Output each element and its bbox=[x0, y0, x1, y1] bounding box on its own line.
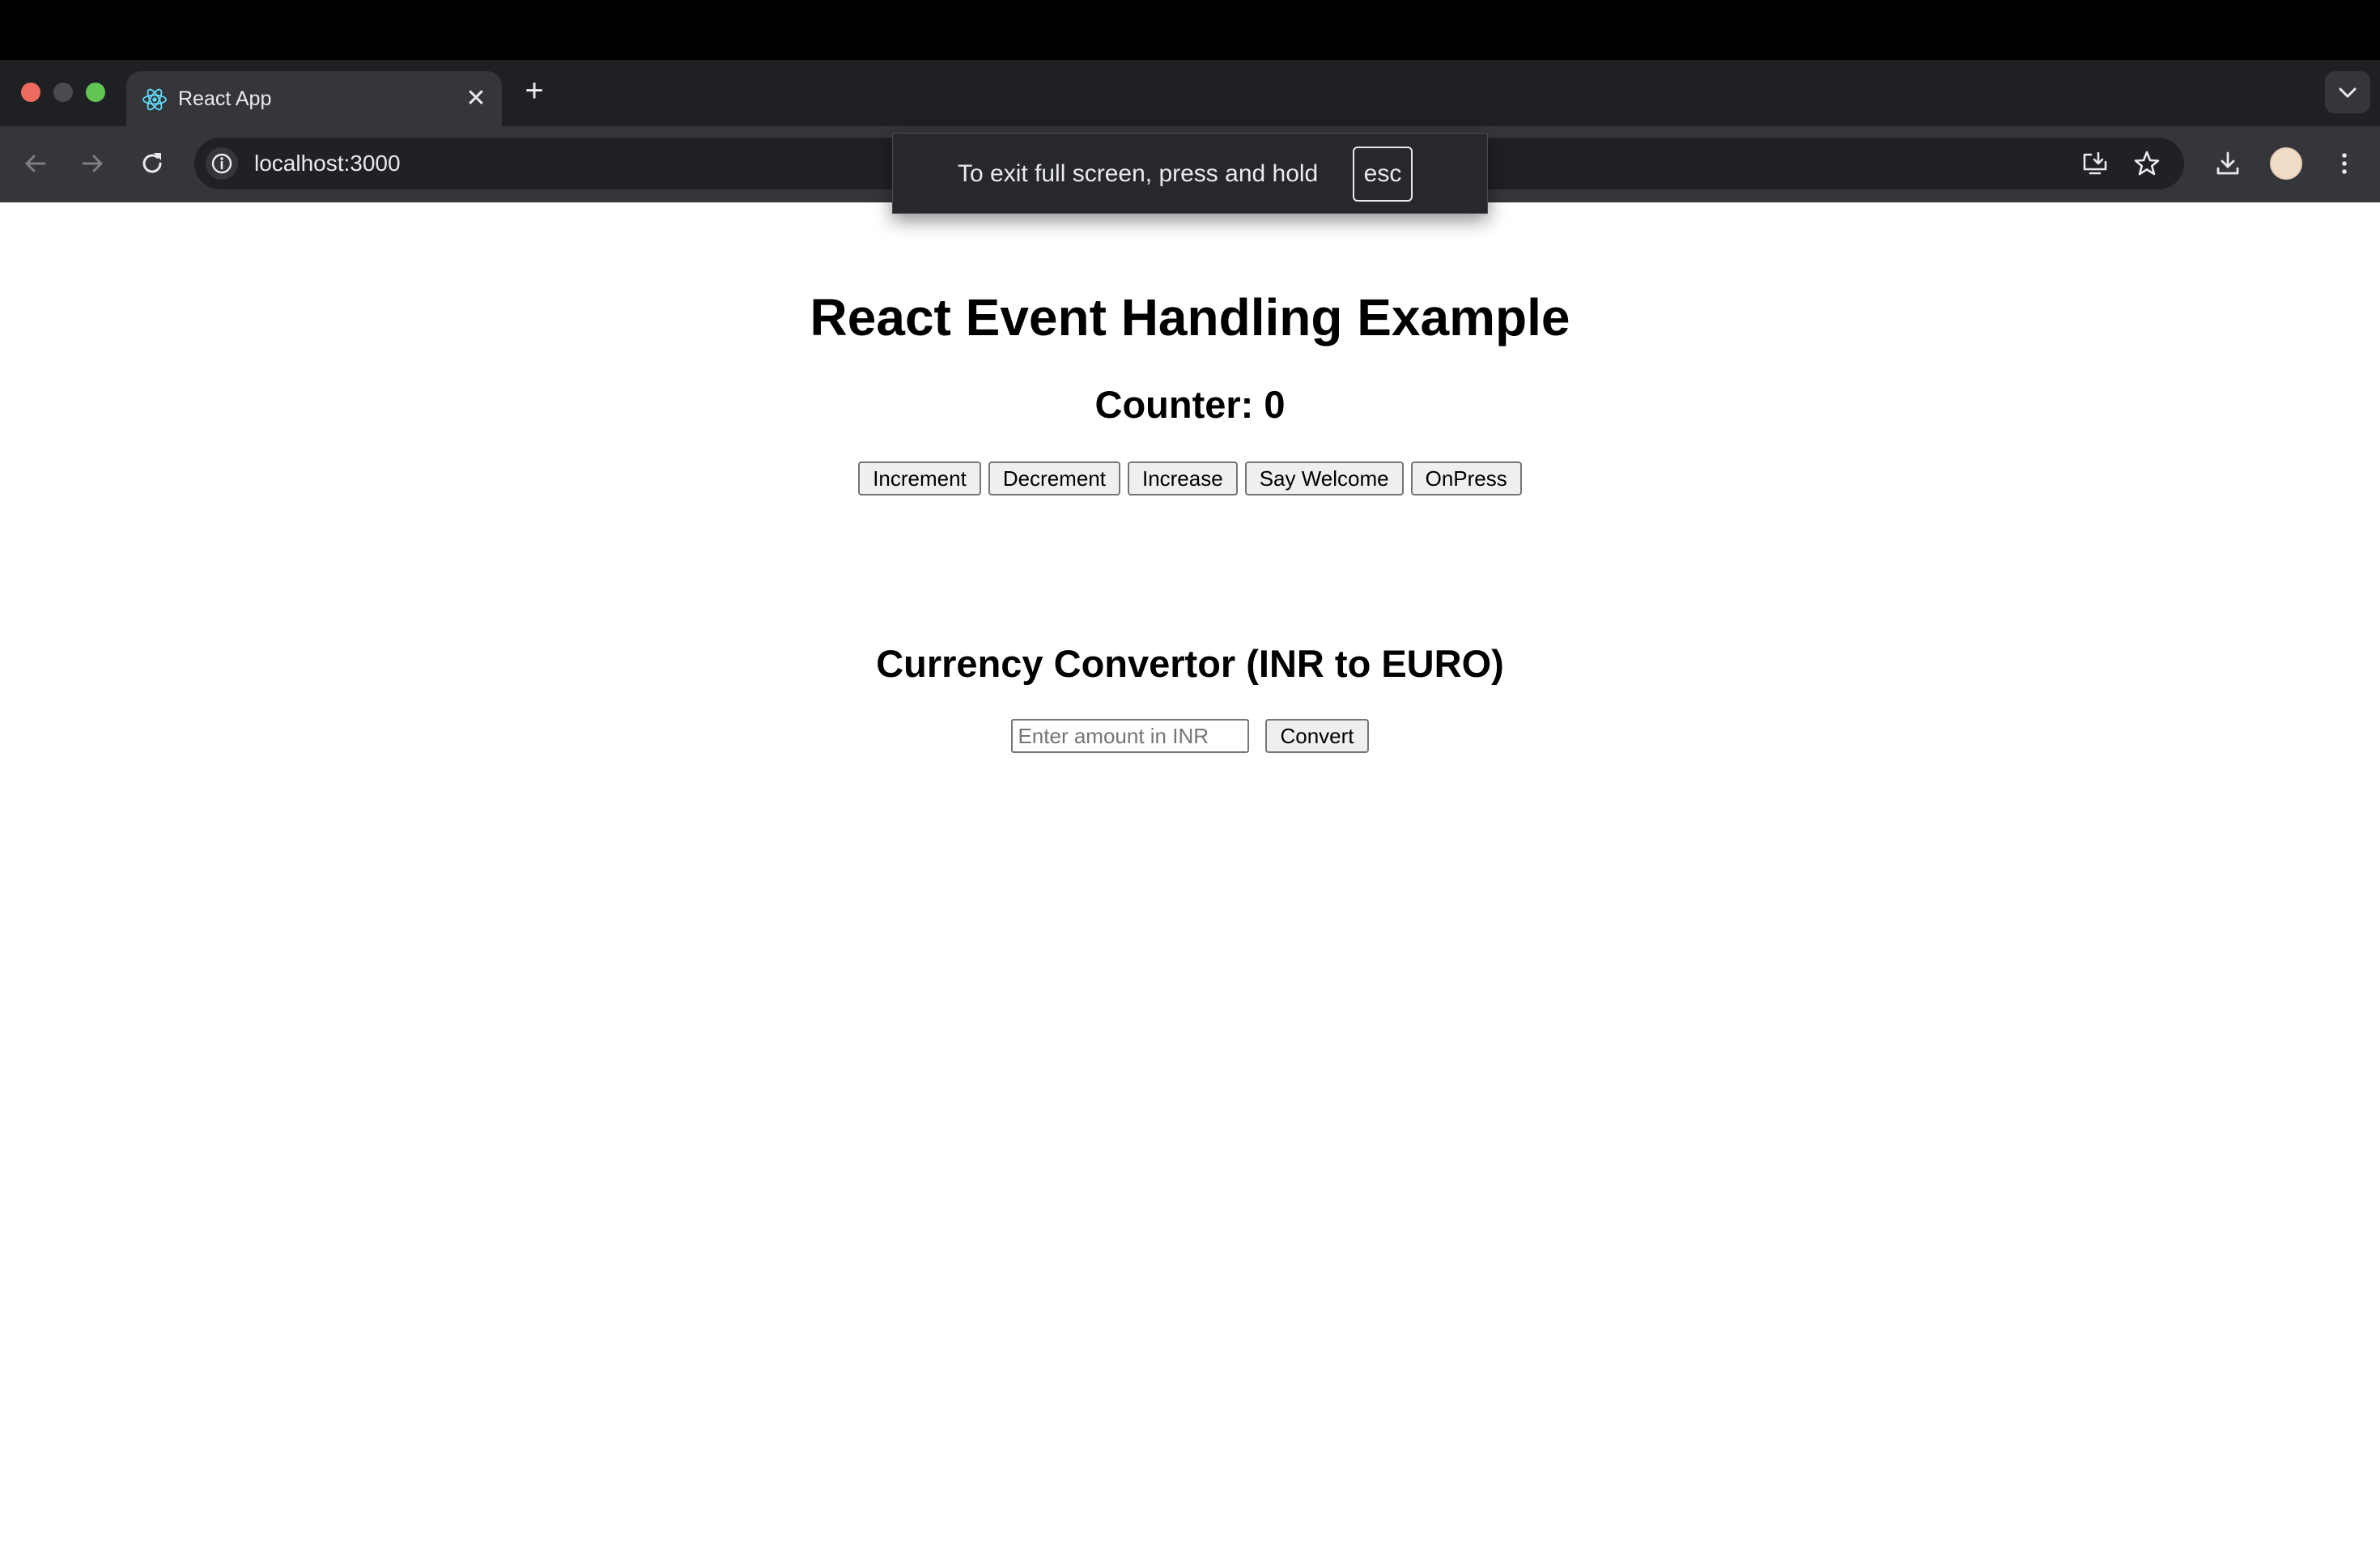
bookmark-star-icon[interactable] bbox=[2129, 146, 2165, 181]
url-text[interactable]: localhost:3000 bbox=[254, 149, 401, 178]
site-info-button[interactable] bbox=[206, 147, 238, 180]
forward-arrow-icon[interactable] bbox=[74, 146, 110, 181]
converter-title: Currency Convertor (INR to EURO) bbox=[876, 642, 1504, 685]
increase-button[interactable]: Increase bbox=[1127, 461, 1238, 495]
install-app-icon[interactable] bbox=[2077, 146, 2113, 181]
counter-button-row: Increment Decrement Increase Say Welcome… bbox=[0, 461, 2380, 495]
decrement-button[interactable]: Decrement bbox=[988, 461, 1120, 495]
inr-amount-input[interactable] bbox=[1011, 719, 1250, 753]
tab-search-button[interactable] bbox=[2325, 71, 2370, 113]
screen-top-bar bbox=[0, 0, 2380, 60]
counter-display: Counter: 0 bbox=[1094, 383, 1286, 426]
close-tab-icon[interactable]: ✕ bbox=[461, 84, 491, 113]
esc-key-badge: esc bbox=[1353, 147, 1413, 202]
download-icon[interactable] bbox=[2210, 146, 2246, 181]
back-arrow-icon[interactable] bbox=[18, 146, 53, 181]
page-title: React Event Handling Example bbox=[810, 288, 1570, 347]
site-info-icon bbox=[211, 153, 232, 174]
more-menu-icon[interactable] bbox=[2327, 146, 2362, 181]
fullscreen-window-button[interactable] bbox=[86, 83, 105, 102]
tab-react-app[interactable]: React App ✕ bbox=[126, 71, 502, 128]
new-tab-icon[interactable]: + bbox=[518, 74, 550, 107]
convert-button[interactable]: Convert bbox=[1265, 719, 1369, 753]
profile-avatar-icon[interactable] bbox=[2270, 147, 2302, 180]
fullscreen-notice-text: To exit full screen, press and hold bbox=[958, 160, 1319, 187]
react-logo-icon bbox=[142, 88, 167, 111]
converter-row: Convert bbox=[0, 719, 2380, 753]
tab-search-chevron-icon bbox=[2339, 87, 2357, 98]
reload-icon[interactable] bbox=[134, 146, 170, 181]
increment-button[interactable]: Increment bbox=[858, 461, 981, 495]
fullscreen-exit-notice: To exit full screen, press and hold esc bbox=[892, 133, 1488, 214]
close-window-button[interactable] bbox=[21, 83, 40, 102]
minimize-window-button[interactable] bbox=[53, 83, 73, 102]
say-welcome-button[interactable]: Say Welcome bbox=[1244, 461, 1404, 495]
tab-title: React App bbox=[178, 87, 272, 110]
onpress-button[interactable]: OnPress bbox=[1410, 461, 1522, 495]
